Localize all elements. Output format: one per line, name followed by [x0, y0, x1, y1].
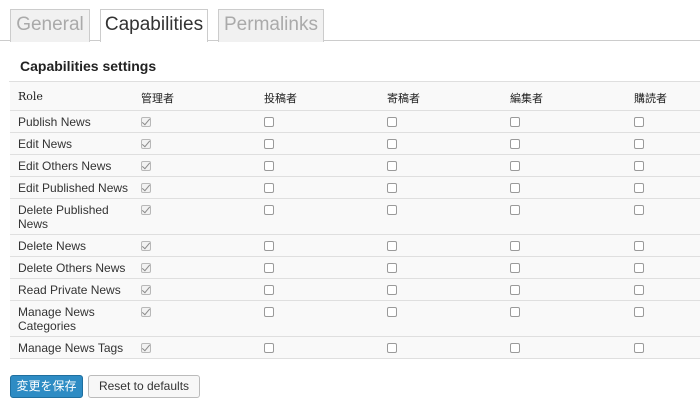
checkbox-subscriber[interactable] — [634, 117, 644, 127]
checkbox-contributor[interactable] — [387, 343, 397, 353]
table-row: Edit News — [10, 133, 700, 155]
capability-label: Publish News — [18, 115, 91, 129]
checkbox-administrator[interactable] — [141, 263, 151, 273]
checkbox-editor[interactable] — [510, 205, 520, 215]
checkbox-administrator[interactable] — [141, 241, 151, 251]
capability-label: Edit News — [18, 137, 73, 151]
checkbox-administrator[interactable] — [141, 205, 151, 215]
checkbox-editor[interactable] — [510, 307, 520, 317]
checkbox-administrator[interactable] — [141, 343, 151, 353]
table-row: Delete News — [10, 235, 700, 257]
capability-label: Edit Published News — [18, 181, 129, 195]
checkbox-administrator[interactable] — [141, 307, 151, 317]
checkbox-author[interactable] — [264, 307, 274, 317]
capability-label: Manage News Tags — [18, 341, 124, 355]
checkbox-editor[interactable] — [510, 343, 520, 353]
tab-bar: General Capabilities Permalinks — [0, 0, 700, 42]
checkbox-author[interactable] — [264, 263, 274, 273]
checkbox-editor[interactable] — [510, 117, 520, 127]
table-row: Read Private News — [10, 279, 700, 301]
tab-capabilities[interactable]: Capabilities — [100, 9, 208, 42]
checkbox-administrator[interactable] — [141, 161, 151, 171]
checkbox-editor[interactable] — [510, 139, 520, 149]
table-row: Manage News Tags — [10, 337, 700, 359]
checkbox-author[interactable] — [264, 285, 274, 295]
table-row: Publish News — [10, 111, 700, 133]
table-row: Edit Others News — [10, 155, 700, 177]
table-row: Edit Published News — [10, 177, 700, 199]
checkbox-author[interactable] — [264, 343, 274, 353]
checkbox-contributor[interactable] — [387, 205, 397, 215]
column-header-subscriber: 購読者 — [634, 92, 667, 105]
table-row: Delete Others News — [10, 257, 700, 279]
capability-label: Read Private News — [18, 283, 121, 297]
checkbox-contributor[interactable] — [387, 307, 397, 317]
capability-label: Delete News — [18, 239, 87, 253]
tab-permalinks[interactable]: Permalinks — [218, 9, 324, 42]
checkbox-contributor[interactable] — [387, 117, 397, 127]
capability-label: Delete Published News — [18, 203, 109, 231]
checkbox-editor[interactable] — [510, 161, 520, 171]
column-header-contributor: 寄稿者 — [387, 92, 420, 105]
checkbox-contributor[interactable] — [387, 161, 397, 171]
checkbox-author[interactable] — [264, 161, 274, 171]
capability-label: Delete Others News — [18, 261, 126, 275]
checkbox-author[interactable] — [264, 183, 274, 193]
checkbox-author[interactable] — [264, 241, 274, 251]
checkbox-editor[interactable] — [510, 241, 520, 251]
column-header-administrator: 管理者 — [141, 92, 174, 105]
checkbox-editor[interactable] — [510, 263, 520, 273]
section-title: Capabilities settings — [20, 58, 157, 74]
checkbox-administrator[interactable] — [141, 183, 151, 193]
column-header-author: 投稿者 — [264, 92, 297, 105]
checkbox-author[interactable] — [264, 205, 274, 215]
reset-to-defaults-button[interactable]: Reset to defaults — [88, 375, 200, 398]
capability-label: Edit Others News — [18, 159, 112, 173]
checkbox-subscriber[interactable] — [634, 307, 644, 317]
checkbox-author[interactable] — [264, 139, 274, 149]
checkbox-administrator[interactable] — [141, 139, 151, 149]
checkbox-administrator[interactable] — [141, 117, 151, 127]
checkbox-contributor[interactable] — [387, 139, 397, 149]
checkbox-subscriber[interactable] — [634, 205, 644, 215]
checkbox-subscriber[interactable] — [634, 241, 644, 251]
column-header-role: Role — [18, 90, 43, 103]
table-row: Manage News Categories — [10, 301, 700, 337]
table-header-row: Role 管理者 投稿者 寄稿者 編集者 購読者 — [10, 82, 700, 111]
checkbox-contributor[interactable] — [387, 241, 397, 251]
checkbox-subscriber[interactable] — [634, 343, 644, 353]
checkbox-subscriber[interactable] — [634, 139, 644, 149]
checkbox-subscriber[interactable] — [634, 161, 644, 171]
save-button[interactable]: 変更を保存 — [10, 375, 83, 398]
tab-general[interactable]: General — [10, 9, 90, 42]
table-row: Delete Published News — [10, 199, 700, 235]
capabilities-table: Role 管理者 投稿者 寄稿者 編集者 購読者 Publish News Edi… — [9, 81, 700, 359]
checkbox-subscriber[interactable] — [634, 263, 644, 273]
checkbox-subscriber[interactable] — [634, 183, 644, 193]
checkbox-editor[interactable] — [510, 183, 520, 193]
checkbox-author[interactable] — [264, 117, 274, 127]
capability-label: Manage News Categories — [18, 305, 95, 333]
checkbox-subscriber[interactable] — [634, 285, 644, 295]
checkbox-contributor[interactable] — [387, 263, 397, 273]
checkbox-contributor[interactable] — [387, 285, 397, 295]
checkbox-editor[interactable] — [510, 285, 520, 295]
checkbox-administrator[interactable] — [141, 285, 151, 295]
column-header-editor: 編集者 — [510, 92, 543, 105]
checkbox-contributor[interactable] — [387, 183, 397, 193]
